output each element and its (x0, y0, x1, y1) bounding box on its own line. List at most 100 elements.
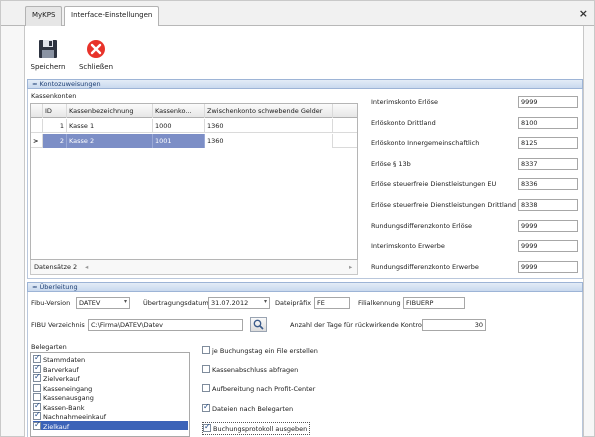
account-input[interactable]: 8338 (518, 199, 578, 211)
close-tab-icon[interactable]: × (579, 7, 588, 20)
account-label: Interimskonto Erlöse (371, 98, 438, 106)
anzahl-tage-input[interactable]: 30 (422, 319, 486, 331)
cell-kassenbezeichnung[interactable]: Kasse 1 (67, 119, 153, 133)
close-button[interactable]: Schließen (76, 37, 116, 77)
column-header-kassenkonto[interactable]: Kassenko... (153, 104, 205, 118)
column-header-id[interactable]: ID (43, 104, 67, 118)
belegart-item[interactable]: Kassenausgang (33, 392, 188, 402)
option-checkbox-row[interactable]: Kassenabschluss abfragen (202, 364, 298, 374)
belegart-checkbox[interactable] (33, 372, 41, 382)
grid-header-row: ID Kassenbezeichnung Kassenko... Zwische… (31, 104, 357, 118)
belegart-item[interactable]: Barverkauf (33, 363, 188, 374)
account-label: Erlöse § 13b (371, 159, 411, 168)
filialkennung-label: Filialkennung (358, 299, 401, 307)
uebertragungsdatum-label: Übertragungsdatum (143, 299, 209, 307)
tab-strip: MyKPS Interface-Einstellungen × (1, 1, 594, 27)
column-header-kassenbezeichnung[interactable]: Kassenbezeichnung (67, 104, 153, 118)
account-label: Erlöse steuerfreie Dienstleistungen Drit… (371, 201, 517, 209)
option-checkbox[interactable] (202, 402, 210, 412)
option-checkbox-row[interactable]: Aufbereitung nach Profit-Center (202, 383, 315, 393)
collapse-chevron-icon: ≈ (32, 283, 38, 291)
account-input[interactable]: 8100 (518, 116, 578, 129)
save-button[interactable]: Speichern (28, 37, 68, 77)
kontozuweisungen-header[interactable]: ≈ Kontozuweisungen (27, 79, 583, 89)
account-input[interactable]: 9999 (518, 260, 578, 273)
belegarten-label: Belegarten (31, 343, 67, 351)
row-indicator: > (31, 134, 43, 148)
account-input[interactable]: 9999 (518, 96, 578, 108)
belegart-label: Zielkauf (43, 422, 70, 431)
belegart-item[interactable]: Nachnahmeeinkauf (33, 410, 188, 421)
account-input[interactable]: 8337 (518, 157, 578, 170)
option-checkbox[interactable] (203, 422, 211, 432)
account-input[interactable]: 9999 (518, 219, 578, 232)
fibu-version-label: Fibu-Version (31, 299, 71, 307)
account-label: Rundungsdifferenzkonto Erwerbe (371, 262, 479, 271)
account-input[interactable]: 8125 (518, 137, 578, 150)
option-label: Buchungsprotokoll ausgeben (213, 424, 308, 433)
option-label: Aufbereitung nach Profit-Center (212, 385, 316, 394)
account-label: Rundungsdifferenzkonto Erlöse (371, 221, 472, 230)
account-label: Erlöskonto Innergemeinschaftlich (371, 139, 480, 148)
row-indicator-header (31, 104, 43, 118)
option-checkbox-row[interactable]: Buchungsprotokoll ausgeben (202, 421, 311, 435)
cell-kassenkonto[interactable]: 1000 (153, 119, 205, 133)
cell-id[interactable]: 1 (43, 119, 67, 133)
table-row-selected[interactable]: > 2 Kasse 2 1001 1360 (31, 134, 357, 148)
account-input[interactable]: 8336 (518, 178, 578, 191)
tab-mykps[interactable]: MyKPS (25, 6, 63, 26)
fibu-version-select[interactable]: DATEV ▾ (76, 297, 130, 309)
record-count-label: Datensätze 2 (34, 263, 78, 271)
option-checkbox[interactable] (202, 384, 210, 393)
belegart-item[interactable]: Stammdaten (33, 353, 188, 364)
option-checkbox[interactable] (202, 346, 210, 354)
option-label: je Buchungstag ein File erstellen (212, 347, 318, 355)
fibu-verzeichnis-label: FIBU Verzeichnis (31, 321, 85, 329)
anzahl-tage-label: Anzahl der Tage für rückwirkende Kontrol… (290, 321, 430, 329)
cell-kassenbezeichnung[interactable]: Kasse 2 (67, 134, 153, 148)
table-row[interactable]: 1 Kasse 1 1000 1360 (31, 119, 357, 133)
tab-interface-einstellungen[interactable]: Interface-Einstellungen (64, 6, 160, 27)
dateipraefix-label: Dateipräfix (275, 299, 312, 307)
kassenkonten-grid: ID Kassenbezeichnung Kassenko... Zwische… (30, 103, 358, 260)
grid-footer: Datensätze 2 ◂ ▸ (30, 260, 358, 275)
account-label: Erlöse steuerfreie Dienstleistungen EU (371, 180, 497, 189)
kassenkonten-label: Kassenkonten (31, 92, 77, 100)
belegart-item[interactable]: Kassen-Bank (33, 401, 188, 412)
magnifier-icon (253, 319, 264, 330)
account-input[interactable]: 9999 (518, 240, 578, 253)
account-label: Interimskonto Erwerbe (371, 242, 445, 251)
option-label: Dateien nach Belegarten (212, 404, 294, 413)
belegart-checkbox[interactable] (33, 420, 41, 430)
dropdown-arrow-icon: ▾ (123, 298, 127, 305)
account-label: Erlöskonto Drittland (371, 118, 436, 127)
cell-kassenkonto[interactable]: 1001 (153, 134, 205, 148)
option-label: Kassenabschluss abfragen (212, 366, 299, 375)
belegart-checkbox[interactable] (33, 383, 41, 392)
cell-id[interactable]: 2 (43, 134, 67, 148)
floppy-disk-icon (39, 40, 57, 58)
scroll-left-icon[interactable]: ◂ (85, 263, 88, 271)
option-checkbox-row[interactable]: je Buchungstag ein File erstellen (202, 345, 318, 355)
column-header-zwischenkonto[interactable]: Zwischenkonto schwebende Gelder (205, 104, 333, 118)
browse-folder-button[interactable] (250, 317, 267, 332)
cell-zwischenkonto[interactable]: 1360 (205, 119, 333, 133)
uebertragungsdatum-picker[interactable]: 31.07.2012 ▾ (208, 297, 270, 309)
dropdown-arrow-icon: ▾ (263, 298, 267, 305)
belegart-item[interactable]: Kasseneingang (33, 383, 188, 393)
close-label: Schließen (78, 63, 114, 71)
save-label: Speichern (30, 63, 66, 71)
belegarten-list: StammdatenBarverkaufZielverkaufKassenein… (30, 352, 190, 437)
collapse-chevron-icon: ≈ (32, 80, 38, 88)
option-checkbox[interactable] (202, 365, 210, 374)
scroll-right-icon[interactable]: ▸ (349, 263, 352, 271)
belegart-item[interactable]: Zielverkauf (33, 372, 188, 383)
fibu-verzeichnis-input[interactable]: C:\Firma\DATEV\Datev (88, 319, 243, 331)
option-checkbox-row[interactable]: Dateien nach Belegarten (202, 402, 294, 413)
belegart-item[interactable]: Zielkauf (33, 420, 188, 431)
dateipraefix-input[interactable]: FE (314, 297, 350, 309)
cell-zwischenkonto[interactable]: 1360 (205, 134, 333, 148)
row-indicator (31, 119, 43, 133)
filialkennung-input[interactable]: FIBUERP (403, 297, 465, 309)
ueberleitung-header[interactable]: ≈ Überleitung (27, 282, 583, 292)
